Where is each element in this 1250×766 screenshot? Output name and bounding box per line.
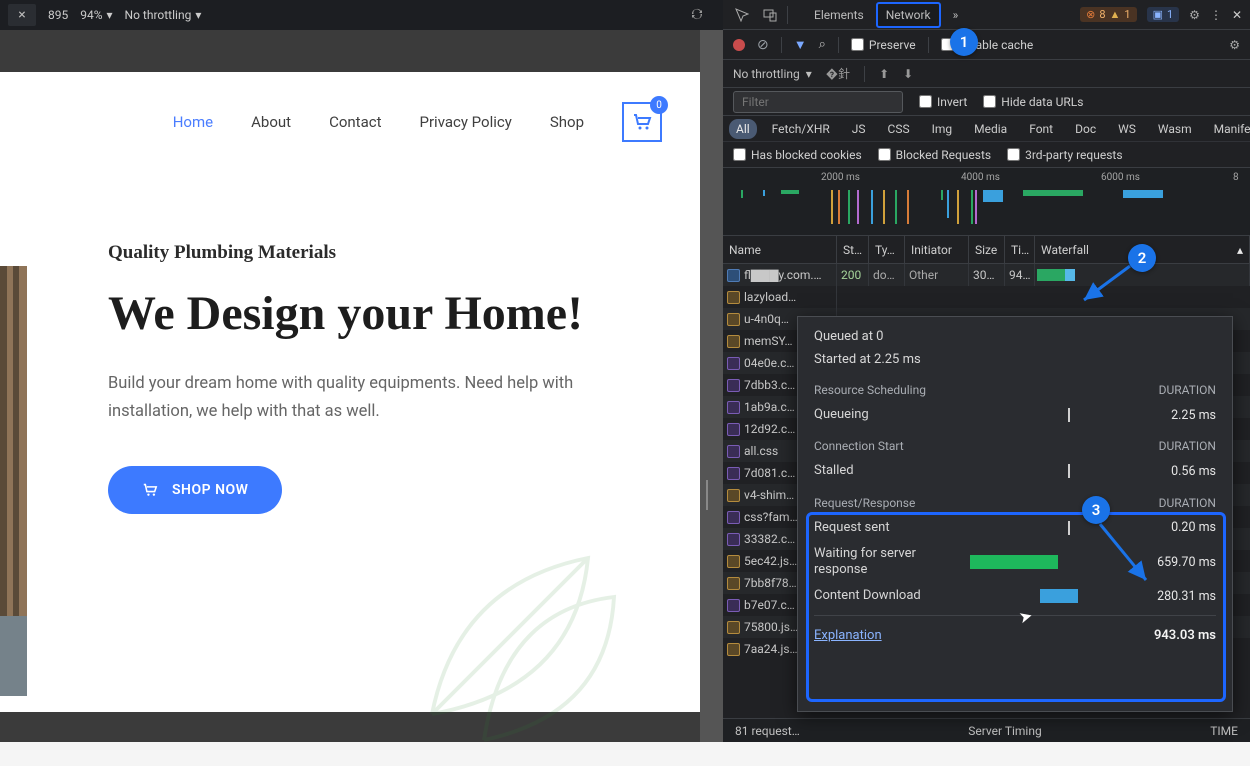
leaf-decoration-icon — [370, 506, 650, 766]
network-settings-icon[interactable]: ⚙ — [1229, 38, 1240, 52]
more-icon[interactable]: ⋮ — [1210, 8, 1222, 22]
more-tabs-icon[interactable]: » — [947, 8, 965, 22]
timing-breakdown-popup: Queued at 0 Started at 2.25 ms Resource … — [797, 316, 1233, 712]
request-count: 81 request… — [735, 724, 800, 738]
type-filter-row: All Fetch/XHR JS CSS Img Media Font Doc … — [723, 116, 1250, 142]
started-text: Started at 2.25 ms — [814, 352, 921, 367]
record-icon[interactable] — [733, 39, 745, 51]
col-type[interactable]: Ty… — [869, 236, 905, 263]
hero-section: Quality Plumbing Materials We Design you… — [0, 156, 700, 716]
chip-wasm[interactable]: Wasm — [1151, 119, 1199, 139]
network-toolbar: ⊘ ▼ ⌕ Preserve Disable cache ⚙ — [723, 30, 1250, 60]
chip-manifest[interactable]: Manifest — [1207, 119, 1250, 139]
nav-shop[interactable]: Shop — [550, 113, 584, 131]
filter-toggle-icon[interactable]: ▼ — [794, 37, 807, 53]
nav-about[interactable]: About — [251, 113, 291, 131]
zoom-select[interactable]: 94%▾ — [80, 8, 112, 22]
network-footer: 81 request… Server Timing TIME — [723, 718, 1250, 742]
hero-headline: We Design your Home! — [108, 284, 628, 344]
throttle-dropdown[interactable]: No throttling ▾ — [733, 67, 812, 81]
clear-icon[interactable]: ⊘ — [757, 37, 769, 53]
chip-ws[interactable]: WS — [1111, 119, 1143, 139]
chip-doc[interactable]: Doc — [1068, 119, 1103, 139]
nav-privacy[interactable]: Privacy Policy — [420, 113, 512, 131]
annotation-badge-2: 2 — [1128, 244, 1156, 272]
col-time[interactable]: Ti… — [1005, 236, 1035, 263]
blocked-requests-checkbox[interactable]: Blocked Requests — [878, 148, 991, 162]
error-count-badge[interactable]: ⊗8▲1 — [1080, 7, 1136, 22]
responsive-toolbar: × 895 94%▾ No throttling▾ — [0, 0, 723, 30]
message-count-badge[interactable]: ▣1 — [1147, 7, 1180, 22]
hero-subtext: Build your dream home with quality equip… — [108, 370, 588, 426]
preserve-log-checkbox[interactable]: Preserve — [851, 38, 916, 52]
hero-eyebrow: Quality Plumbing Materials — [108, 242, 628, 264]
network-table-header: Name St… Ty… Initiator Size Ti… Waterfal… — [723, 236, 1250, 264]
invert-checkbox[interactable]: Invert — [919, 95, 967, 109]
queued-text: Queued at 0 — [814, 329, 883, 344]
hero-copy: Quality Plumbing Materials We Design you… — [108, 242, 628, 514]
hero-floor-strip — [0, 616, 27, 696]
devtools-tab-bar: Elements Network » ⊗8▲1 ▣1 ⚙ ⋮ ✕ — [723, 0, 1250, 30]
chip-media[interactable]: Media — [967, 119, 1014, 139]
cart-icon — [142, 483, 158, 497]
rotate-icon[interactable] — [689, 6, 705, 25]
tab-elements[interactable]: Elements — [804, 2, 874, 28]
rendered-page-viewport: Home About Contact Privacy Policy Shop 0 — [0, 30, 700, 742]
cart-icon — [632, 113, 652, 131]
pane-resize-handle[interactable] — [706, 480, 712, 510]
device-toggle-icon[interactable] — [759, 4, 781, 26]
chip-fetch[interactable]: Fetch/XHR — [765, 119, 837, 139]
server-timing-label: Server Timing — [968, 724, 1041, 738]
col-status[interactable]: St… — [837, 236, 869, 263]
hide-dataurls-checkbox[interactable]: Hide data URLs — [983, 95, 1083, 109]
throttle-row: No throttling ▾ �針 ⬆ ⬇ — [723, 60, 1250, 88]
page-preview-pane: × 895 94%▾ No throttling▾ Home About Con… — [0, 0, 723, 742]
tab-network[interactable]: Network — [876, 2, 941, 28]
viewport-width[interactable]: 895 — [48, 8, 68, 22]
nav-contact[interactable]: Contact — [329, 113, 381, 131]
table-row[interactable]: lazyload… — [723, 286, 1250, 308]
filter-input[interactable] — [733, 91, 903, 113]
network-overview[interactable]: 2000 ms 4000 ms 6000 ms 8 — [723, 168, 1250, 236]
col-initiator[interactable]: Initiator — [905, 236, 969, 263]
download-har-icon[interactable]: ⬇ — [903, 67, 913, 81]
col-name[interactable]: Name — [723, 236, 837, 263]
annotation-badge-1: 1 — [950, 28, 978, 56]
nav-home[interactable]: Home — [173, 113, 213, 131]
thirdparty-checkbox[interactable]: 3rd-party requests — [1007, 148, 1122, 162]
website-page: Home About Contact Privacy Policy Shop 0 — [0, 72, 700, 712]
chip-img[interactable]: Img — [925, 119, 960, 139]
cart-button[interactable]: 0 — [622, 102, 662, 142]
chip-css[interactable]: CSS — [881, 119, 917, 139]
close-devtools-icon[interactable]: ✕ — [1232, 8, 1242, 22]
shop-now-button[interactable]: SHOP NOW — [108, 466, 282, 514]
col-size[interactable]: Size — [969, 236, 1005, 263]
cart-count-badge: 0 — [650, 96, 668, 114]
throttle-select[interactable]: No throttling▾ — [125, 8, 202, 22]
search-icon[interactable]: ⌕ — [819, 37, 826, 52]
chip-all[interactable]: All — [729, 119, 757, 139]
settings-icon[interactable]: ⚙ — [1189, 8, 1200, 22]
extra-filter-row: Has blocked cookies Blocked Requests 3rd… — [723, 142, 1250, 168]
network-conditions-icon[interactable]: �針 — [826, 65, 850, 82]
total-time: 943.03 ms — [1154, 628, 1216, 643]
filter-row: Invert Hide data URLs — [723, 88, 1250, 116]
close-tab-icon[interactable]: × — [8, 4, 36, 26]
inspect-icon[interactable] — [731, 4, 753, 26]
blocked-cookies-checkbox[interactable]: Has blocked cookies — [733, 148, 862, 162]
chip-font[interactable]: Font — [1022, 119, 1060, 139]
upload-har-icon[interactable]: ⬆ — [879, 67, 889, 81]
annotation-badge-3: 3 — [1082, 496, 1110, 524]
time-label: TIME — [1210, 724, 1238, 738]
chip-js[interactable]: JS — [845, 119, 873, 139]
explanation-link[interactable]: Explanation — [814, 628, 882, 643]
table-row[interactable]: fl▇▇▇y.com.…200do…Other30…94… — [723, 264, 1250, 286]
hero-image-strip — [0, 266, 27, 626]
site-nav: Home About Contact Privacy Policy Shop 0 — [0, 72, 700, 156]
